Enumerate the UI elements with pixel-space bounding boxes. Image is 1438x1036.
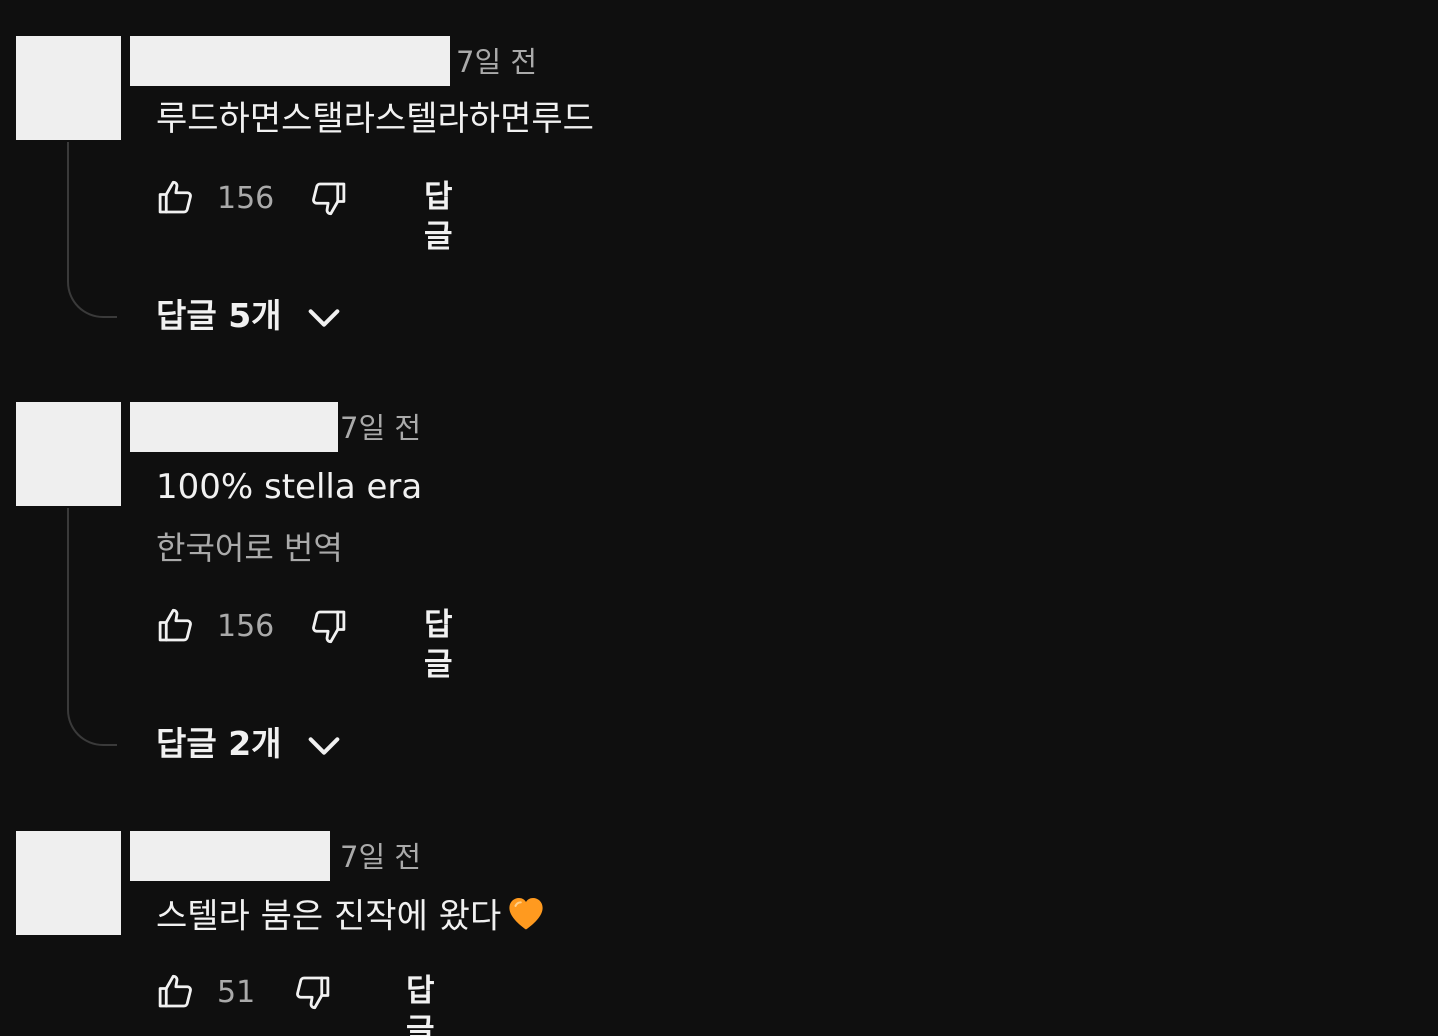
author-name-redacted[interactable]: [130, 831, 330, 881]
like-icon[interactable]: [154, 971, 198, 1015]
reply-button[interactable]: 답글: [424, 177, 453, 257]
avatar[interactable]: [16, 831, 121, 935]
translate-link[interactable]: 한국어로 번역: [156, 526, 343, 570]
comments-section: 7일 전 루드하면스탤라스텔라하면루드 156 답글 답글 5개 7일 전 10…: [0, 0, 1438, 1036]
reply-button[interactable]: 답글: [406, 971, 435, 1036]
comment-text-content: 스텔라 붐은 진작에 왔다: [156, 896, 502, 937]
like-count: 156: [217, 609, 275, 644]
dislike-icon[interactable]: [308, 605, 352, 649]
thread-connector: [67, 508, 117, 746]
comment-time[interactable]: 7일 전: [340, 408, 421, 448]
replies-count-label: 답글 5개: [156, 296, 282, 335]
like-icon[interactable]: [154, 177, 198, 221]
orange-heart-icon: [505, 892, 547, 944]
thread-connector: [67, 142, 117, 318]
replies-count-label: 답글 2개: [156, 724, 282, 763]
avatar[interactable]: [16, 402, 121, 506]
comment-time[interactable]: 7일 전: [340, 837, 421, 877]
author-name-redacted[interactable]: [130, 402, 338, 452]
chevron-down-icon: [304, 298, 344, 338]
dislike-icon[interactable]: [308, 177, 352, 221]
chevron-down-icon: [304, 726, 344, 766]
author-name-redacted[interactable]: [130, 36, 450, 86]
dislike-icon[interactable]: [292, 971, 336, 1015]
like-count: 156: [217, 181, 275, 216]
like-icon[interactable]: [154, 605, 198, 649]
like-count: 51: [217, 975, 256, 1010]
comment-time[interactable]: 7일 전: [456, 42, 537, 82]
comment-text: 루드하면스탤라스텔라하면루드: [156, 99, 594, 139]
comment-text: 스텔라 붐은 진작에 왔다: [156, 892, 547, 944]
avatar[interactable]: [16, 36, 121, 140]
comment-text: 100% stella era: [156, 467, 423, 507]
reply-button[interactable]: 답글: [424, 605, 453, 685]
